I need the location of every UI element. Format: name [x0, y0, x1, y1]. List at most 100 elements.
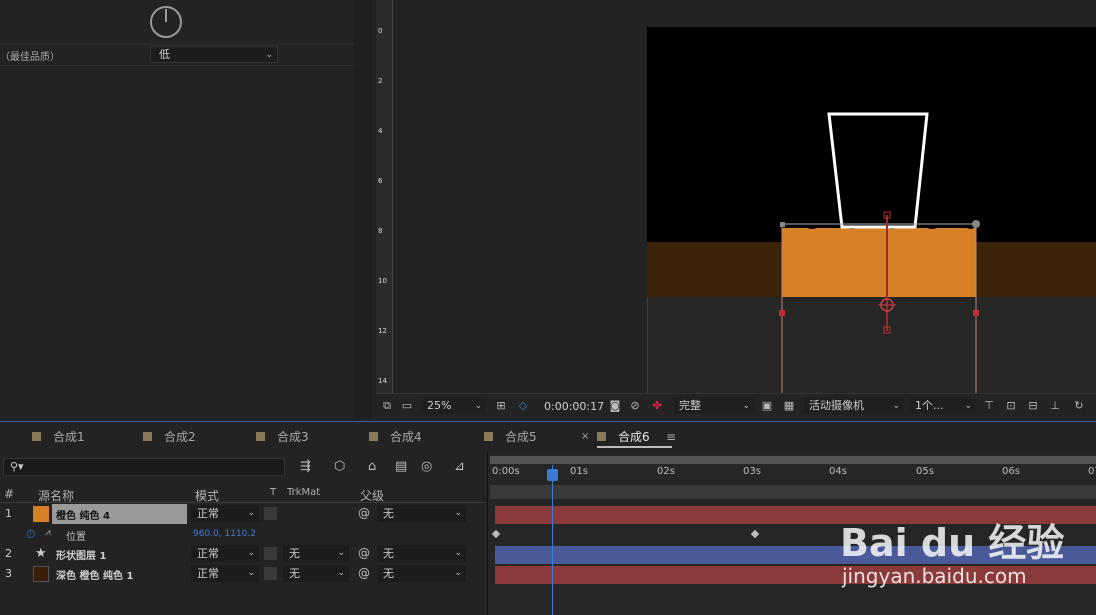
- comp-icon: [256, 432, 265, 441]
- mode-value: 正常: [197, 567, 219, 580]
- mask-visibility-icon[interactable]: ◇: [516, 399, 530, 413]
- snapshot-icon[interactable]: ⊘: [628, 399, 642, 413]
- parent-dropdown[interactable]: 无 ⌄: [377, 545, 466, 562]
- chevron-down-icon: ⌄: [742, 401, 750, 411]
- mode-dropdown[interactable]: 正常 ⌄: [191, 505, 259, 522]
- pickwhip-icon[interactable]: @: [358, 506, 370, 520]
- camera-icon[interactable]: ◙: [608, 399, 622, 413]
- shape-overlay[interactable]: [647, 27, 1096, 393]
- comp-icon: [143, 432, 152, 441]
- chevron-down-icon: ⌄: [454, 508, 462, 518]
- monitor-icon[interactable]: ▭: [400, 399, 414, 413]
- time-ruler-label: 02s: [657, 466, 675, 477]
- layer-handle[interactable]: [779, 310, 785, 316]
- parent-value: 无: [383, 567, 394, 580]
- bezier-handle[interactable]: [780, 222, 785, 227]
- camera-dropdown[interactable]: 活动摄像机 ⌄: [804, 398, 904, 414]
- search-input[interactable]: ⚲▾: [3, 458, 285, 476]
- layer-name[interactable]: 橙色 纯色 4: [56, 507, 110, 522]
- chevron-down-icon: ⌄: [247, 508, 255, 518]
- draft-3d-icon[interactable]: ⬡: [334, 459, 345, 474]
- work-area-range[interactable]: [490, 485, 1096, 499]
- tab-comp6[interactable]: 合成6: [597, 428, 672, 448]
- mode-dropdown[interactable]: 正常 ⌄: [191, 545, 259, 562]
- fast-preview-icon[interactable]: ⊡: [1004, 399, 1018, 413]
- layer-number: 1: [5, 507, 12, 520]
- property-value[interactable]: 960.0, 1110.2: [193, 529, 256, 539]
- trkmat-dropdown[interactable]: 无 ⌄: [283, 565, 349, 582]
- layer-handle[interactable]: [973, 310, 979, 316]
- flowchart-icon[interactable]: ⊥: [1048, 399, 1062, 413]
- bezier-handle[interactable]: [972, 220, 980, 228]
- zoom-dropdown[interactable]: 25% ⌄: [422, 398, 486, 414]
- header-divider: [0, 502, 487, 503]
- pickwhip-icon[interactable]: @: [358, 546, 370, 560]
- star-icon: ★: [35, 546, 47, 561]
- chevron-down-icon: ⌄: [474, 401, 482, 411]
- table-row[interactable]: 1 橙色 纯色 4 正常 ⌄ @ 无 ⌄: [0, 504, 470, 524]
- frame-blending-icon[interactable]: ▤: [395, 459, 407, 474]
- parent-dropdown[interactable]: 无 ⌄: [377, 565, 466, 582]
- views-dropdown[interactable]: 1个... ⌄: [910, 398, 976, 414]
- label-color-swatch[interactable]: [33, 566, 49, 582]
- quality-dropdown[interactable]: 低 ⌄: [150, 46, 278, 63]
- stopwatch-icon[interactable]: ⏱: [26, 527, 35, 542]
- keyframe[interactable]: [491, 529, 501, 539]
- chevron-down-icon: ⌄: [892, 401, 900, 411]
- tab-comp2[interactable]: 合成2: [143, 428, 196, 446]
- quality-label: （最佳品质）: [0, 52, 60, 63]
- layer-name[interactable]: 形状图层 1: [56, 547, 106, 562]
- graph-icon[interactable]: ⩘: [45, 527, 51, 538]
- views-value: 1个...: [915, 399, 944, 412]
- comp-icon: [484, 432, 493, 441]
- always-preview-icon[interactable]: ⧉: [380, 399, 394, 413]
- mode-dropdown[interactable]: 正常 ⌄: [191, 565, 259, 582]
- keyframe[interactable]: [750, 529, 760, 539]
- table-row[interactable]: 2 ★ 形状图层 1 正常 ⌄ 无 ⌄ @ 无 ⌄: [0, 544, 470, 564]
- resolution-value: 完整: [679, 399, 701, 412]
- tab-close-icon[interactable]: ×: [581, 428, 589, 446]
- tab-comp3[interactable]: 合成3: [256, 428, 309, 446]
- comp-mini-flowchart-icon[interactable]: ⇶: [300, 459, 311, 474]
- tab-comp1[interactable]: 合成1: [32, 428, 85, 446]
- preserve-transparency-toggle[interactable]: [264, 547, 277, 560]
- parent-value: 无: [383, 547, 394, 560]
- playhead-line[interactable]: [552, 465, 553, 615]
- shy-layers-icon[interactable]: ⌂: [368, 459, 376, 474]
- motion-blur-icon[interactable]: ◎: [421, 459, 432, 474]
- time-ruler-label: 03s: [743, 466, 761, 477]
- resolution-dropdown[interactable]: 完整 ⌄: [674, 398, 754, 414]
- reset-exposure-icon[interactable]: ↻: [1072, 399, 1086, 413]
- preserve-transparency-toggle[interactable]: [264, 507, 277, 520]
- timeline-icon[interactable]: ⊟: [1026, 399, 1040, 413]
- color-channels-icon[interactable]: ✤: [650, 399, 664, 413]
- layer-name[interactable]: 深色 橙色 纯色 1: [56, 567, 133, 582]
- tab-label: 合成4: [390, 430, 422, 444]
- angle-knob[interactable]: [150, 6, 182, 38]
- graph-editor-icon[interactable]: ⊿: [454, 459, 465, 474]
- tab-menu-icon[interactable]: ≡: [666, 428, 676, 446]
- col-trkmat: TrkMat: [287, 487, 321, 498]
- panel-divider[interactable]: [354, 0, 372, 418]
- parent-dropdown[interactable]: 无 ⌄: [377, 505, 466, 522]
- current-time[interactable]: 0:00:00:17: [544, 399, 604, 414]
- preserve-transparency-toggle[interactable]: [264, 567, 277, 580]
- label-color-swatch[interactable]: [33, 506, 49, 522]
- tab-comp5[interactable]: 合成5: [484, 428, 537, 446]
- tab-comp4[interactable]: 合成4: [369, 428, 422, 446]
- quality-value: 低: [159, 48, 170, 61]
- region-of-interest-icon[interactable]: ▣: [760, 399, 774, 413]
- transparency-grid-icon[interactable]: ▦: [782, 399, 796, 413]
- cup-shape[interactable]: [827, 112, 929, 229]
- col-t: T: [270, 487, 277, 498]
- work-area-bar[interactable]: [490, 456, 1096, 464]
- pixel-aspect-icon[interactable]: ⊤: [982, 399, 996, 413]
- playhead-handle[interactable]: [547, 469, 558, 481]
- chevron-down-icon: ⌄: [964, 401, 972, 411]
- trkmat-dropdown[interactable]: 无 ⌄: [283, 545, 349, 562]
- time-ruler-label: 04s: [829, 466, 847, 477]
- table-row[interactable]: 3 深色 橙色 纯色 1 正常 ⌄ 无 ⌄ @ 无 ⌄: [0, 564, 470, 584]
- safe-zones-icon[interactable]: ⊞: [494, 399, 508, 413]
- pickwhip-icon[interactable]: @: [358, 566, 370, 580]
- comp-icon: [597, 432, 606, 441]
